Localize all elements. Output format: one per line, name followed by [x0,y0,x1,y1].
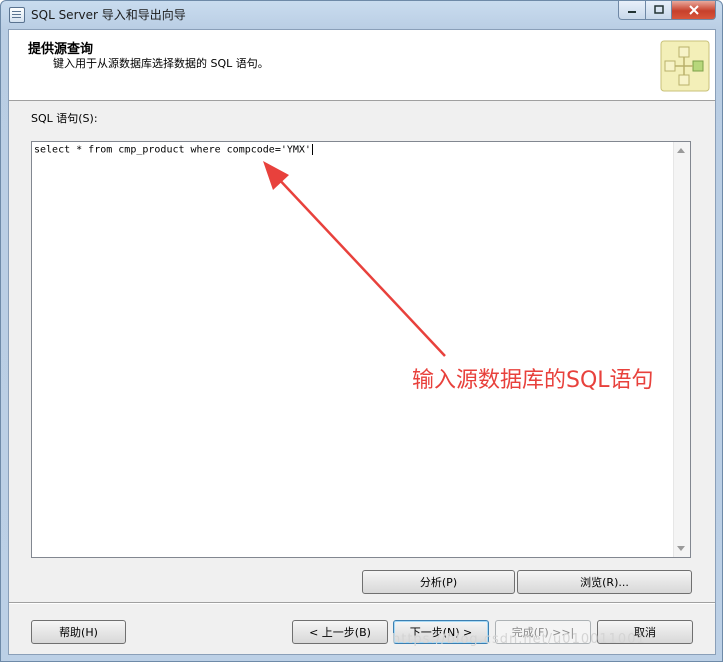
wizard-icon [660,40,710,92]
sql-query-editor[interactable]: select * from cmp_product where compcode… [31,141,691,558]
back-button[interactable]: < 上一步(B) [292,620,388,644]
help-button[interactable]: 帮助(H) [31,620,126,644]
annotation-text: 输入源数据库的SQL语句 [412,368,654,393]
scroll-down-icon[interactable] [677,546,685,551]
maximize-icon [653,5,664,14]
window-controls [618,1,716,20]
sql-query-text[interactable]: select * from cmp_product where compcode… [34,144,313,156]
maximize-button[interactable] [646,1,672,20]
editor-scrollbar[interactable] [673,142,690,557]
sql-statement-label: SQL 语句(S): [31,112,98,125]
window-title: SQL Server 导入和导出向导 [31,8,186,22]
page-subtitle: 键入用于从源数据库选择数据的 SQL 语句。 [53,57,269,70]
minimize-icon [628,11,636,13]
parse-button[interactable]: 分析(P) [362,570,515,594]
browse-button[interactable]: 浏览(R)... [517,570,692,594]
close-button[interactable] [672,1,716,20]
footer-divider [9,602,715,604]
minimize-button[interactable] [618,1,646,20]
wizard-window: SQL Server 导入和导出向导 提供源查询 键入用于从源数据库选择数据的 … [0,0,723,662]
app-icon [9,7,25,23]
wizard-header: 提供源查询 键入用于从源数据库选择数据的 SQL 语句。 [9,30,715,101]
scroll-up-icon[interactable] [677,148,685,153]
wizard-client-area: 提供源查询 键入用于从源数据库选择数据的 SQL 语句。 SQL 语句(S): … [8,29,716,655]
text-caret [311,144,313,155]
watermark-text: https://blog.csdn.net/u010011001 [392,632,646,647]
title-bar[interactable]: SQL Server 导入和导出向导 [1,1,722,27]
close-icon [688,5,699,15]
